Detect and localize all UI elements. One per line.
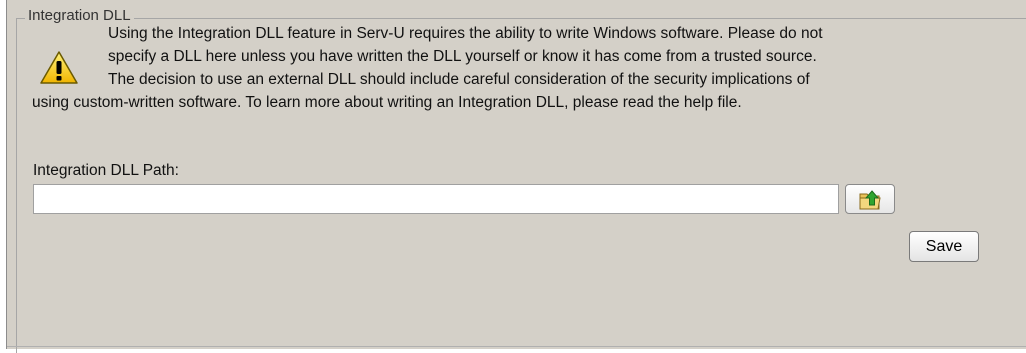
- dll-path-input[interactable]: [33, 184, 839, 214]
- save-button[interactable]: Save: [909, 231, 979, 262]
- folder-up-icon: [859, 190, 881, 210]
- bottom-divider: [7, 346, 1026, 347]
- warning-line-2: specify a DLL here unless you have writt…: [108, 48, 817, 65]
- warning-message: Using the Integration DLL feature in Ser…: [32, 22, 1026, 114]
- warning-line-4: using custom-written software. To learn …: [32, 94, 742, 111]
- warning-line-3: The decision to use an external DLL shou…: [108, 71, 810, 88]
- settings-panel: Integration DLL Using the Integration DL…: [6, 0, 1026, 353]
- browse-button[interactable]: [845, 184, 895, 214]
- warning-line-1: Using the Integration DLL feature in Ser…: [108, 25, 823, 42]
- dll-path-label: Integration DLL Path:: [33, 162, 179, 179]
